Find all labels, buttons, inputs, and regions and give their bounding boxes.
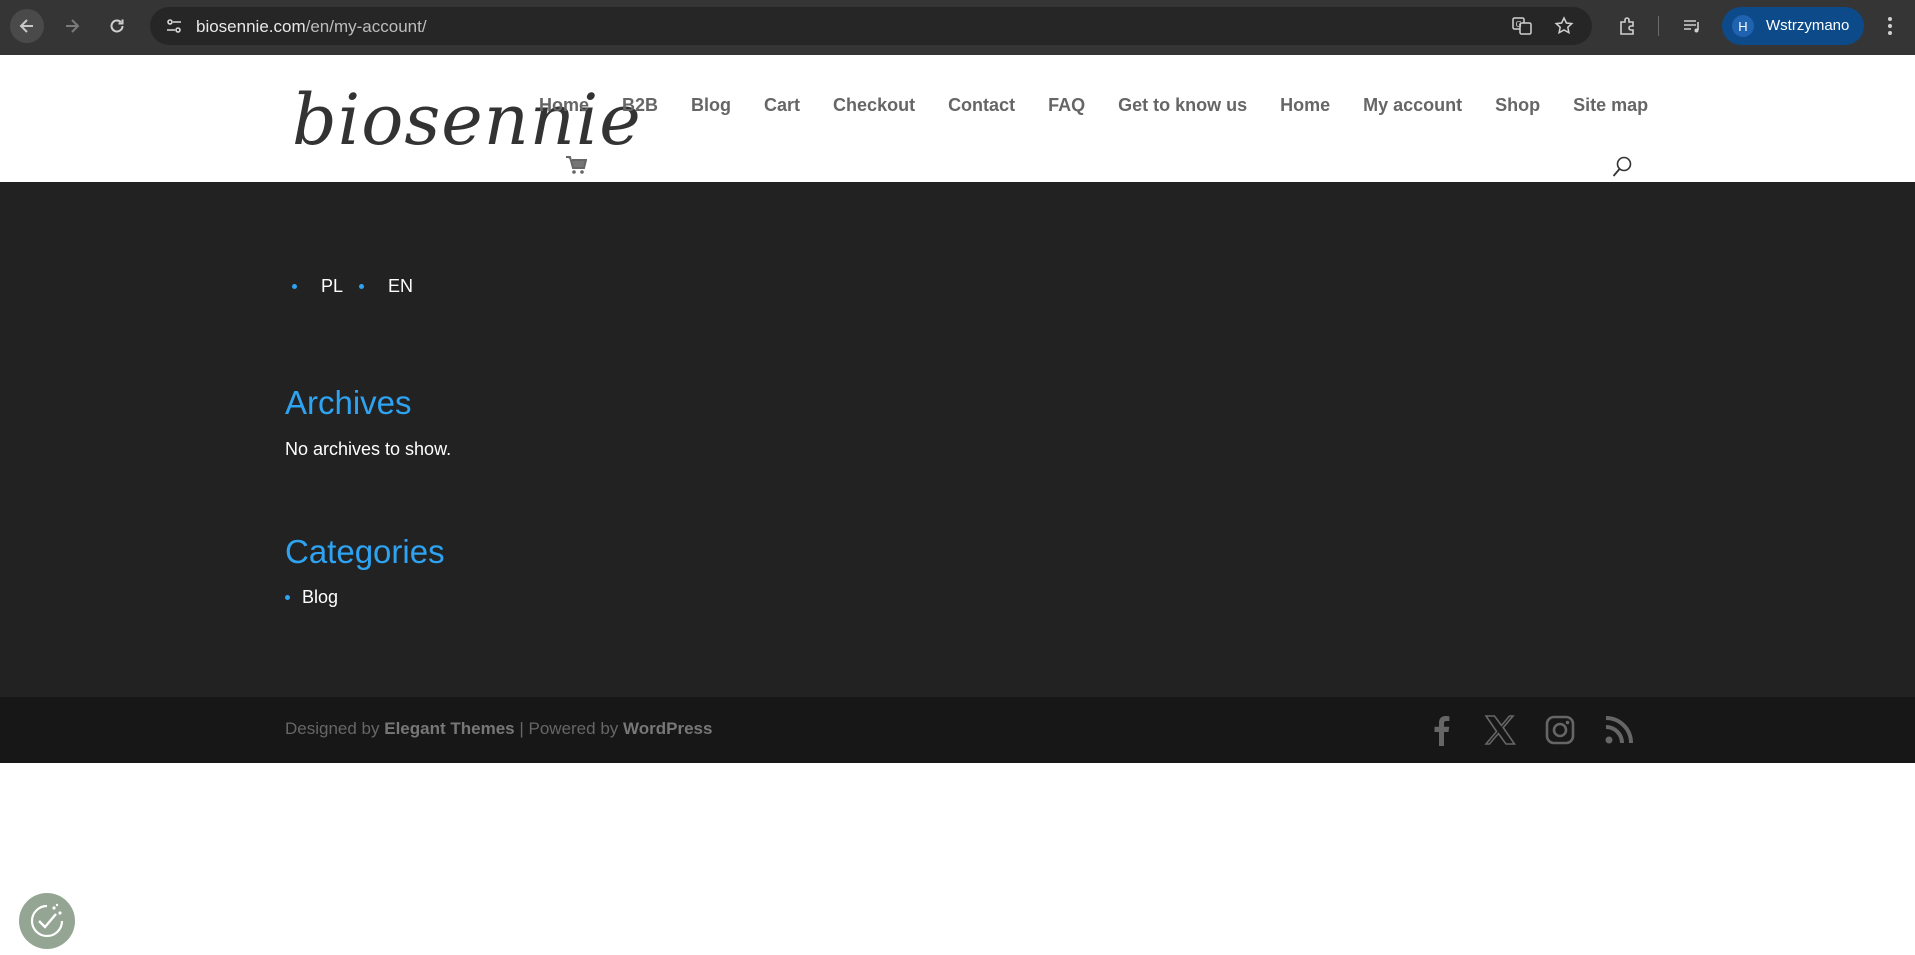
logo-text: biosennie: [292, 79, 642, 161]
arrow-right-icon: [66, 19, 80, 33]
nav-contact[interactable]: Contact: [948, 95, 1015, 116]
cookie-consent-button[interactable]: [19, 893, 75, 949]
credits-designed-by: Designed by: [285, 719, 380, 738]
nav-home[interactable]: Home: [539, 95, 589, 116]
browser-toolbar: biosennie.com/en/my-account/ G H Wstrzym…: [0, 0, 1915, 55]
archives-text: No archives to show.: [285, 439, 452, 459]
category-label: Blog: [302, 587, 339, 607]
site-header: biosennie Home B2B Blog Cart Checkout Co…: [0, 55, 1915, 182]
nav-home-2[interactable]: Home: [1280, 95, 1330, 116]
svg-text:G: G: [1516, 20, 1522, 29]
nav-get-to-know-us[interactable]: Get to know us: [1118, 95, 1247, 116]
rss-icon[interactable]: [1600, 711, 1638, 749]
kebab-menu-icon[interactable]: [1880, 14, 1900, 38]
translate-icon[interactable]: G: [1511, 15, 1533, 37]
address-bar[interactable]: biosennie.com/en/my-account/ G: [150, 7, 1592, 45]
main-navigation: Home B2B Blog Cart Checkout Contact FAQ …: [539, 95, 1681, 116]
nav-site-map[interactable]: Site map: [1573, 95, 1648, 116]
facebook-icon[interactable]: [1422, 711, 1460, 749]
url-domain: biosennie.com: [196, 17, 306, 36]
back-button[interactable]: [10, 9, 44, 43]
footer-widgets: PL EN Archives No archives to show. Cate…: [0, 182, 1915, 697]
forward-button[interactable]: [55, 9, 89, 43]
avatar: H: [1732, 15, 1754, 37]
credits-theme-link[interactable]: Elegant Themes: [384, 719, 514, 738]
footer-credits: Designed by Elegant Themes | Powered by …: [285, 719, 712, 739]
toolbar-divider: [1658, 16, 1659, 36]
category-item-blog[interactable]: Blog: [285, 587, 338, 608]
credits-separator: | Powered by: [519, 719, 619, 738]
extensions-icon[interactable]: [1615, 14, 1639, 38]
url-path: /en/my-account/: [305, 17, 427, 36]
bookmark-star-icon[interactable]: [1553, 15, 1575, 37]
nav-faq[interactable]: FAQ: [1048, 95, 1085, 116]
nav-b2b[interactable]: B2B: [622, 95, 658, 116]
cookie-check-icon: [30, 903, 64, 938]
x-twitter-icon[interactable]: [1481, 711, 1519, 749]
reload-button[interactable]: [100, 9, 134, 43]
categories-title: Categories: [285, 533, 445, 570]
language-item-pl[interactable]: PL: [292, 276, 343, 297]
arrow-left-icon: [19, 19, 33, 33]
media-queue-icon[interactable]: [1680, 14, 1704, 38]
cart-icon[interactable]: [565, 155, 588, 175]
credits-platform-link[interactable]: WordPress: [623, 719, 712, 738]
nav-cart[interactable]: Cart: [764, 95, 800, 116]
footer-bottom-bar: Designed by Elegant Themes | Powered by …: [0, 697, 1915, 763]
language-switcher: PL EN: [292, 276, 429, 297]
search-icon[interactable]: [1611, 155, 1633, 179]
nav-blog[interactable]: Blog: [691, 95, 731, 116]
language-label: EN: [388, 276, 414, 296]
bullet: [292, 284, 297, 289]
site-info-icon[interactable]: [162, 14, 186, 38]
bullet: [359, 284, 365, 289]
instagram-icon[interactable]: [1541, 711, 1579, 749]
nav-checkout[interactable]: Checkout: [833, 95, 915, 116]
profile-label: Wstrzymano: [1766, 17, 1850, 34]
nav-my-account[interactable]: My account: [1363, 95, 1462, 116]
language-item-en[interactable]: EN: [359, 276, 413, 297]
reload-icon: [110, 19, 124, 33]
url-text[interactable]: biosennie.com/en/my-account/: [196, 17, 427, 37]
archives-title: Archives: [285, 384, 412, 421]
language-label: PL: [321, 276, 344, 296]
nav-shop[interactable]: Shop: [1495, 95, 1540, 116]
bullet: [285, 595, 290, 600]
profile-button[interactable]: H Wstrzymano: [1722, 7, 1864, 45]
